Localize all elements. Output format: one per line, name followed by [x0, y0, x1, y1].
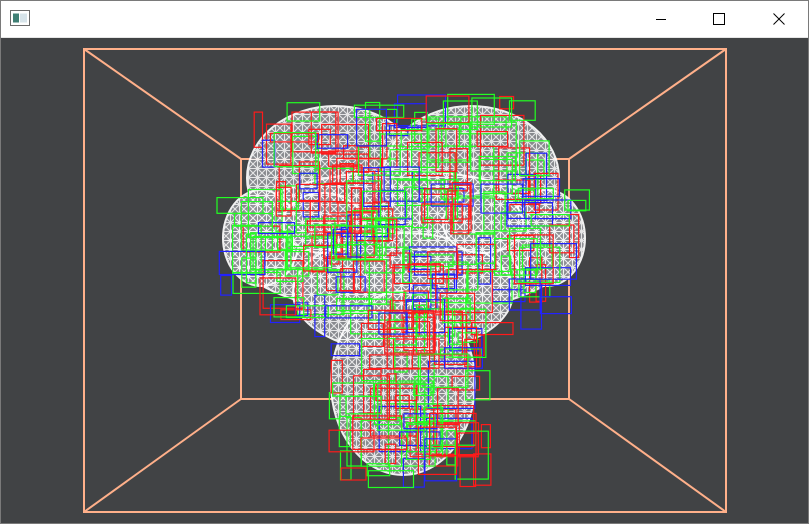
minimize-button[interactable] — [632, 1, 690, 37]
3d-viewport[interactable] — [1, 38, 808, 523]
application-window — [0, 0, 809, 524]
bounding-box-275 — [340, 467, 367, 481]
maximize-button[interactable] — [690, 1, 748, 37]
room-edge-top-left — [83, 48, 242, 160]
minimize-icon — [655, 10, 667, 29]
maximize-icon — [713, 10, 725, 29]
title-bar[interactable] — [1, 1, 808, 38]
room-edge-bottom-right — [568, 398, 727, 513]
scene-canvas — [83, 48, 727, 513]
bounding-box-192 — [220, 274, 233, 296]
room-edge-top-right — [568, 48, 727, 160]
room-edge-bottom-left — [83, 398, 242, 513]
bounding-box-274 — [339, 450, 352, 481]
app-window-icon — [10, 10, 30, 26]
close-icon — [773, 10, 785, 29]
close-button[interactable] — [750, 1, 808, 37]
bounding-box-283 — [480, 424, 491, 449]
